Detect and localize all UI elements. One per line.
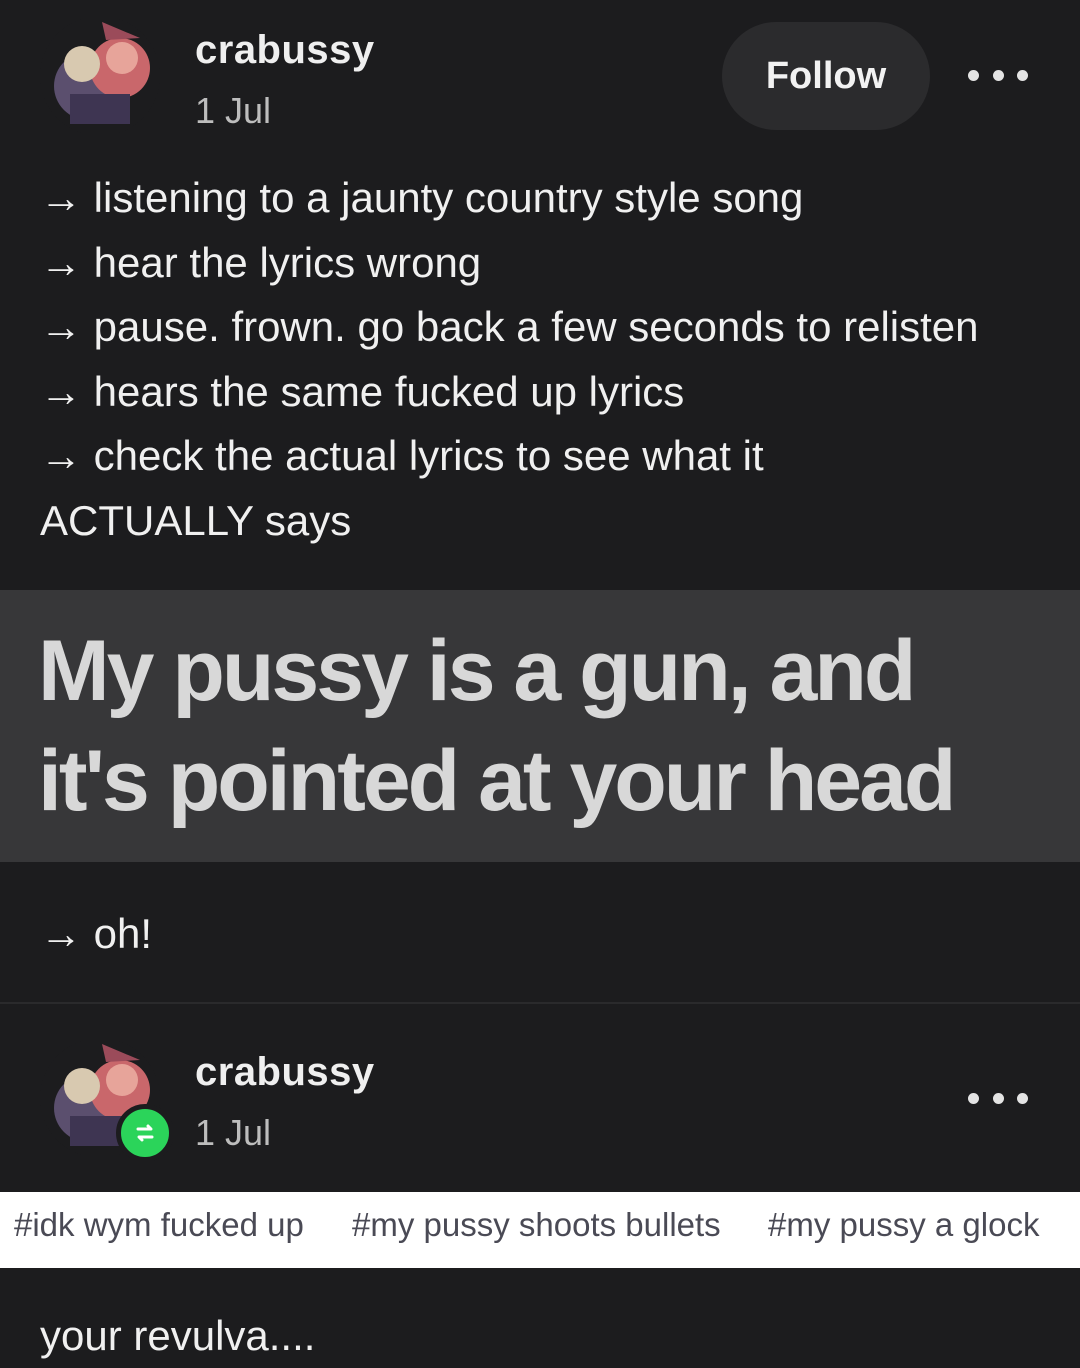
tags-bar: #idk wym fucked up #my pussy shoots bull… (0, 1192, 1080, 1268)
post-username[interactable]: crabussy (195, 28, 375, 73)
lyric-line: it's pointed at your head (38, 733, 956, 829)
lyric-image[interactable]: My pussy is a gun, and it's pointed at y… (0, 590, 1080, 862)
tag[interactable]: #my pussy a glock (768, 1206, 1039, 1244)
post-line: → pause. frown. go back a few seconds to… (40, 303, 979, 350)
post-date: 1 Jul (195, 90, 272, 131)
avatar[interactable] (40, 16, 160, 136)
post-body: your revulva.... (40, 1312, 316, 1359)
after-line: → oh! (40, 910, 153, 957)
post-body: → listening to a jaunty country style so… (40, 166, 1050, 553)
post-date: 1 Jul (195, 1112, 272, 1153)
divider (0, 1002, 1080, 1004)
tag[interactable]: #my pussy shoots bullets (352, 1206, 721, 1244)
post-line: ACTUALLY says (40, 496, 352, 544)
post-line: → listening to a jaunty country style so… (40, 174, 804, 221)
follow-button[interactable]: Follow (722, 22, 930, 130)
post-line: → hears the same fucked up lyrics (40, 367, 685, 415)
lyric-line: My pussy is a gun, and (38, 623, 916, 719)
post-username[interactable]: crabussy (195, 1050, 375, 1095)
post-after-text: → oh! (40, 902, 1050, 967)
more-icon[interactable] (968, 1083, 1028, 1113)
reblog-icon (116, 1104, 174, 1162)
tag[interactable]: #idk wym fucked up (14, 1206, 304, 1244)
post-header: crabussy 1 Jul Follow (0, 0, 1080, 150)
more-icon[interactable] (968, 60, 1028, 90)
post-line: → check the actual lyrics to see what it (40, 432, 764, 479)
post-line: → hear the lyrics wrong (40, 238, 482, 286)
